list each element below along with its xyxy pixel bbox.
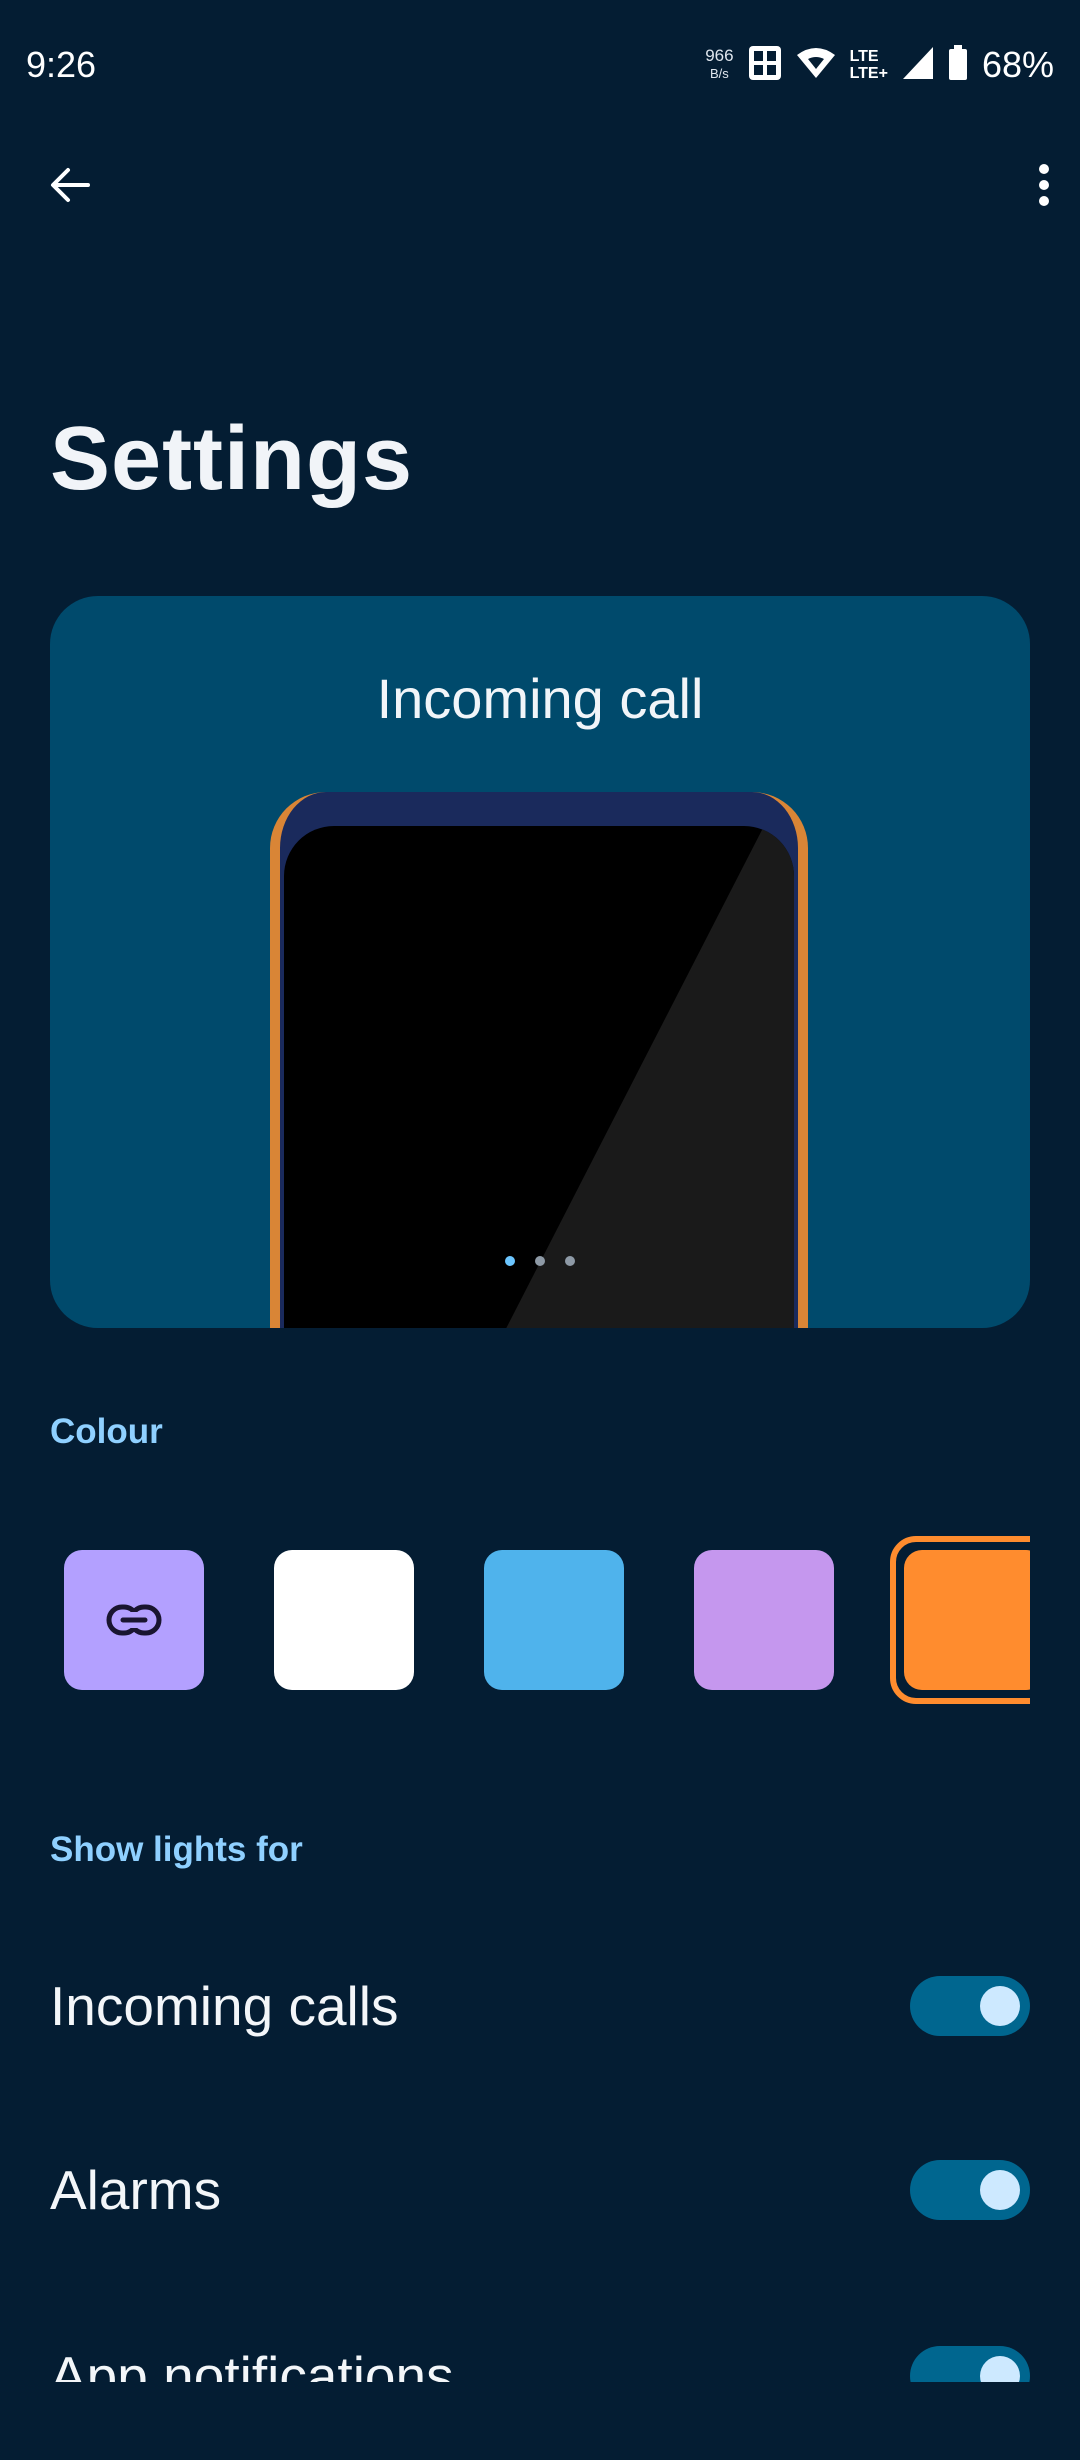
- wifi-icon: [796, 47, 836, 84]
- battery-icon: [948, 44, 968, 86]
- row-incoming-calls[interactable]: Incoming calls: [50, 1946, 1030, 2066]
- toggle-knob: [980, 1986, 1020, 2026]
- status-icons: 966 B/s LTE LTE+ 68%: [705, 42, 1054, 88]
- more-vert-icon: [1039, 164, 1049, 206]
- screen-glare: [506, 826, 794, 1328]
- row-label: Incoming calls: [50, 1975, 399, 2037]
- more-options-button[interactable]: [1014, 150, 1074, 220]
- status-time: 9:26: [26, 44, 97, 85]
- phone-illustration: [270, 792, 808, 1328]
- page-indicator: [50, 1256, 1030, 1266]
- link-icon: [106, 1604, 162, 1636]
- incoming-calls-toggle[interactable]: [910, 1976, 1030, 2036]
- page-title: Settings: [50, 409, 414, 509]
- sim-icon: [748, 45, 782, 86]
- page-dot-1: [505, 1256, 515, 1266]
- net-speed-value: 966: [705, 46, 734, 65]
- phone-screen: [284, 826, 794, 1328]
- toggle-knob: [980, 2170, 1020, 2210]
- signal-icon: [902, 46, 934, 85]
- back-button[interactable]: [32, 150, 108, 220]
- arrow-back-icon: [51, 168, 90, 202]
- page-dot-2: [535, 1256, 545, 1266]
- battery-percent: 68%: [981, 44, 1054, 85]
- network-type-top: LTE: [849, 48, 879, 65]
- preview-title: Incoming call: [376, 667, 704, 730]
- light-preview-card[interactable]: Incoming call: [50, 596, 1030, 1328]
- alarms-toggle[interactable]: [910, 2160, 1030, 2220]
- network-type: LTE LTE+: [850, 48, 888, 82]
- colour-header: Colour: [50, 1412, 163, 1451]
- net-speed-unit: B/s: [709, 66, 729, 81]
- row-label: Alarms: [50, 2159, 222, 2221]
- bottom-clip: [0, 2382, 1080, 2460]
- swatch-white[interactable]: [274, 1550, 414, 1690]
- colour-swatches: [64, 1550, 1030, 1690]
- page-dot-3: [565, 1256, 575, 1266]
- swatch-purple[interactable]: [694, 1550, 834, 1690]
- row-alarms[interactable]: Alarms: [50, 2130, 1030, 2250]
- net-speed: 966 B/s: [705, 47, 733, 83]
- swatch-selected-outline: [890, 1536, 1030, 1704]
- show-lights-header: Show lights for: [50, 1830, 303, 1869]
- swatch-custom[interactable]: [64, 1550, 204, 1690]
- swatch-blue[interactable]: [484, 1550, 624, 1690]
- swatch-selection-clip: [890, 1536, 1030, 1704]
- network-type-bottom: LTE+: [849, 65, 888, 82]
